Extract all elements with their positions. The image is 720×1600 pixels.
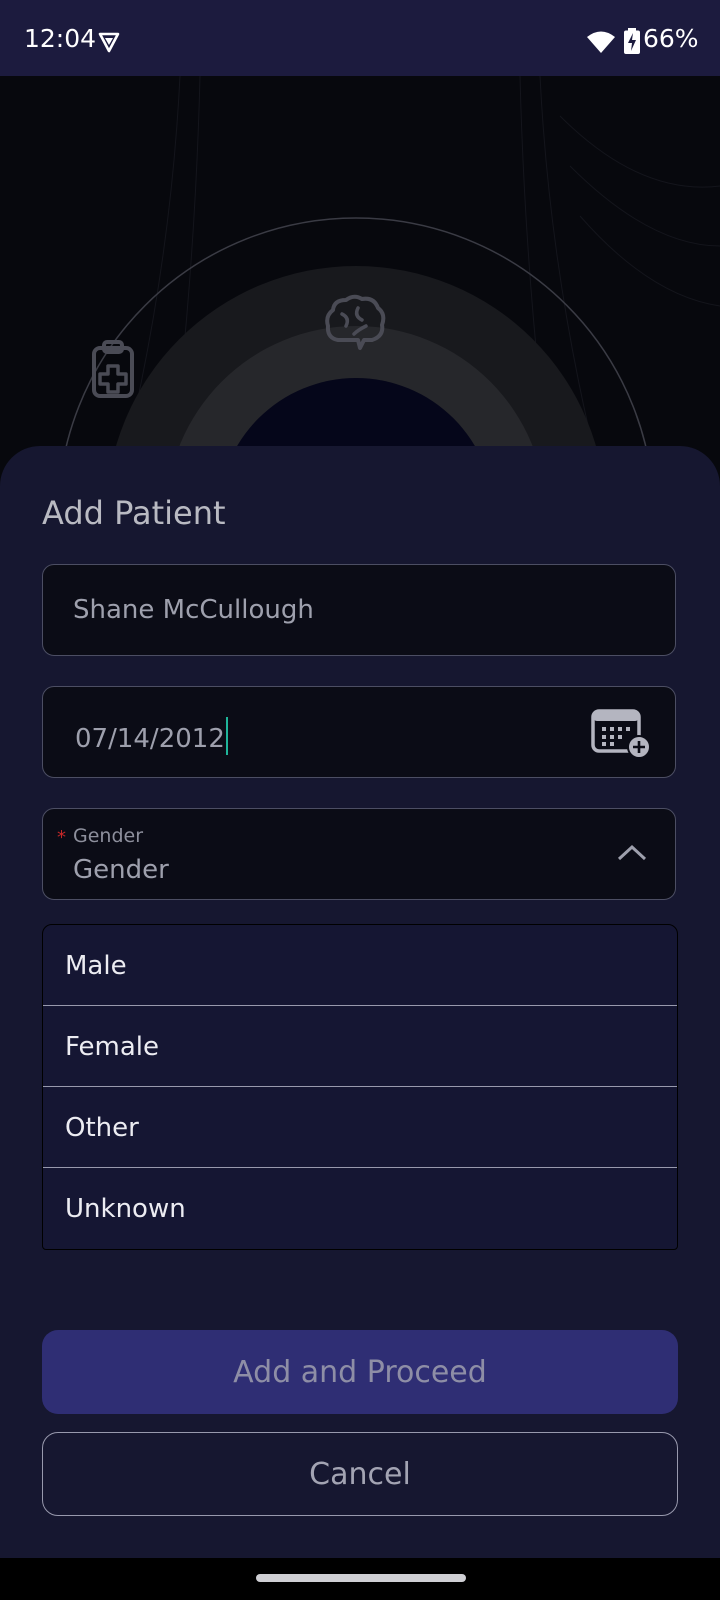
brain-icon (325, 294, 386, 350)
add-and-proceed-button[interactable]: Add and Proceed (42, 1330, 678, 1414)
gender-value: Gender (73, 855, 169, 885)
wifi-icon (587, 31, 615, 53)
add-patient-sheet: Add Patient Shane McCullough 07/14/2012 … (0, 446, 720, 1558)
sheet-title: Add Patient (42, 494, 226, 532)
patient-name-value: Shane McCullough (73, 595, 314, 625)
option-label: Female (65, 1032, 160, 1062)
gender-option-other[interactable]: Other (43, 1087, 677, 1168)
option-label: Male (65, 951, 127, 981)
option-label: Other (65, 1113, 139, 1143)
background-dial (0, 76, 720, 476)
navigation-bar (0, 1558, 720, 1600)
calendar-add-icon[interactable] (589, 707, 653, 759)
gender-option-female[interactable]: Female (43, 1006, 677, 1087)
dial-graphic (60, 76, 720, 476)
home-gesture-handle[interactable] (256, 1574, 466, 1582)
required-marker: * (57, 827, 66, 848)
gender-label: Gender (73, 825, 144, 847)
gender-option-male[interactable]: Male (43, 925, 677, 1006)
option-label: Unknown (65, 1194, 186, 1224)
gender-select-field[interactable]: * Gender Gender (42, 808, 676, 900)
chevron-up-icon[interactable] (615, 839, 649, 867)
status-bar: 12:04 66% (0, 0, 720, 76)
patient-name-field[interactable]: Shane McCullough (42, 564, 676, 656)
gender-option-unknown[interactable]: Unknown (43, 1168, 677, 1249)
battery-charging-icon (624, 28, 640, 54)
status-time: 12:04 (24, 24, 97, 53)
dob-text: 07/14/2012 (75, 717, 228, 755)
dob-value: 07/14/2012 (75, 724, 225, 754)
battery-percent: 66% (643, 24, 699, 53)
cancel-button[interactable]: Cancel (42, 1432, 678, 1516)
date-of-birth-field[interactable]: 07/14/2012 (42, 686, 676, 778)
vpn-shield-icon (98, 32, 120, 53)
clipboard-medical-icon (92, 340, 134, 398)
gender-dropdown-list: Male Female Other Unknown (42, 924, 678, 1250)
text-cursor (225, 717, 228, 755)
